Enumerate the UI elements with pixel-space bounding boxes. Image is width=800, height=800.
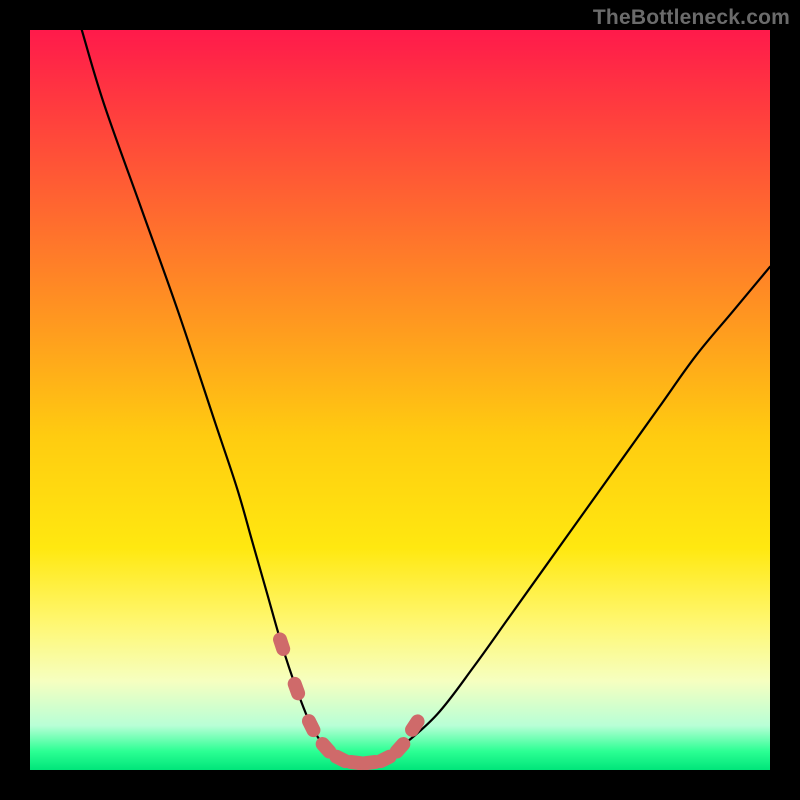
chart-frame: TheBottleneck.com bbox=[0, 0, 800, 800]
gradient-background bbox=[30, 30, 770, 770]
chart-svg bbox=[30, 30, 770, 770]
plot-area bbox=[30, 30, 770, 770]
watermark-text: TheBottleneck.com bbox=[593, 6, 790, 30]
